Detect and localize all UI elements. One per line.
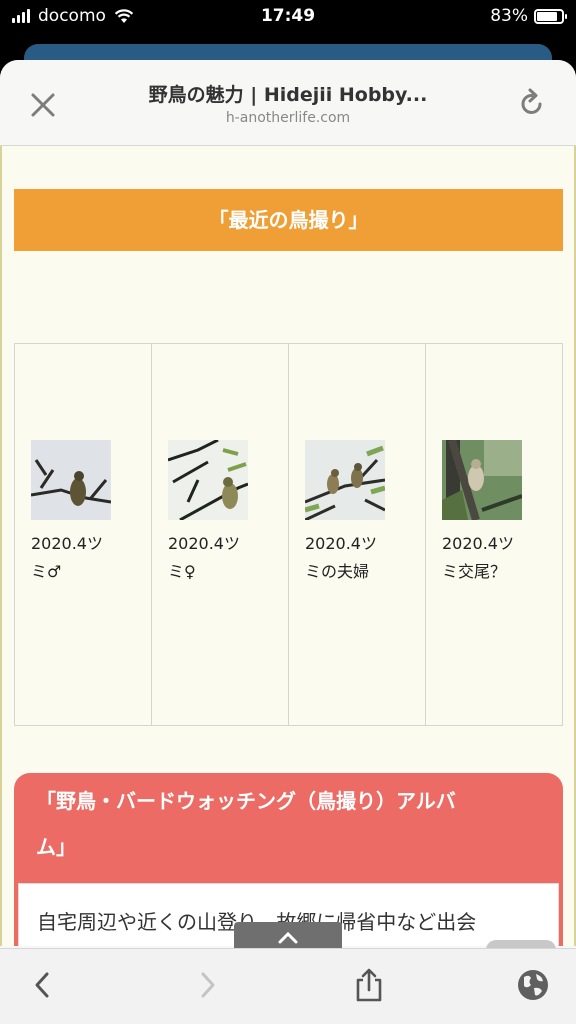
close-button[interactable]: [26, 88, 60, 122]
chevron-left-icon: [35, 972, 49, 998]
reload-icon: [521, 88, 542, 114]
web-sheet: 野鳥の魅力 | Hidejii Hobby... h-anotherlife.c…: [0, 60, 576, 1024]
bird-photo-thumbnail[interactable]: [31, 440, 111, 520]
bird-photo-thumbnail[interactable]: [442, 440, 522, 520]
back-button[interactable]: [22, 965, 62, 1005]
gallery-item[interactable]: 2020.4ツ ミ♀: [152, 344, 289, 725]
close-icon: [31, 93, 55, 117]
page-content[interactable]: 「最近の鳥撮り」 2020.4ツ ミ♂ 2020.4ツ ミ♀ 2020.4ツ ミ…: [0, 146, 576, 946]
reload-button[interactable]: [514, 86, 550, 122]
photo-caption: 2020.4ツ ミ交尾？: [442, 530, 550, 586]
album-heading-line: 「野鳥・バードウォッチング（鳥撮り）アルバ: [36, 789, 456, 813]
chevron-up-icon: [278, 931, 298, 944]
globe-icon: [518, 970, 548, 1000]
battery-icon: [534, 8, 567, 24]
caption-line: 2020.4ツ: [305, 534, 377, 553]
caption-line: ミの夫婦: [305, 562, 370, 581]
caption-line: 2020.4ツ: [31, 534, 103, 553]
caption-line: ミ♀: [168, 562, 196, 581]
photo-caption: 2020.4ツ ミ♀: [168, 530, 276, 586]
album-heading-line: ム」: [36, 835, 76, 859]
photo-caption: 2020.4ツ ミ♂: [31, 530, 139, 586]
globe-button[interactable]: [513, 965, 553, 1005]
browser-toolbar: [0, 948, 576, 1024]
bird-photo-thumbnail[interactable]: [168, 440, 248, 520]
caption-line: 2020.4ツ: [442, 534, 514, 553]
gallery-item[interactable]: 2020.4ツ ミの夫婦: [289, 344, 426, 725]
gallery-item[interactable]: 2020.4ツ ミ交尾？: [426, 344, 562, 725]
battery-percent: 83%: [490, 6, 528, 26]
status-bar: docomo 17:49 83%: [0, 0, 576, 34]
photo-caption: 2020.4ツ ミの夫婦: [305, 530, 413, 586]
page-url: h-anotherlife.com: [225, 110, 351, 126]
page-title: 野鳥の魅力 | Hidejii Hobby...: [148, 84, 428, 106]
caption-line: 2020.4ツ: [168, 534, 240, 553]
bird-photo-thumbnail[interactable]: [305, 440, 385, 520]
caption-line: ミ♂: [31, 562, 62, 581]
caption-line: ミ交尾？: [442, 562, 507, 581]
scroll-up-button[interactable]: [234, 922, 342, 948]
sheet-header: 野鳥の魅力 | Hidejii Hobby... h-anotherlife.c…: [0, 60, 576, 146]
share-button[interactable]: [349, 965, 389, 1005]
share-icon: [356, 968, 382, 1002]
chevron-right-icon: [201, 972, 215, 998]
photo-gallery: 2020.4ツ ミ♂ 2020.4ツ ミ♀ 2020.4ツ ミの夫婦 2020.…: [14, 343, 563, 726]
section-heading: 「最近の鳥撮り」: [14, 189, 563, 251]
gallery-item[interactable]: 2020.4ツ ミ♂: [15, 344, 152, 725]
album-heading: 「野鳥・バードウォッチング（鳥撮り）アルバ ム」: [36, 785, 546, 863]
forward-button[interactable]: [188, 965, 228, 1005]
album-card: 「野鳥・バードウォッチング（鳥撮り）アルバ ム」 自宅周辺や近くの山登り、故郷に…: [14, 773, 563, 946]
status-right: 83%: [490, 6, 567, 26]
